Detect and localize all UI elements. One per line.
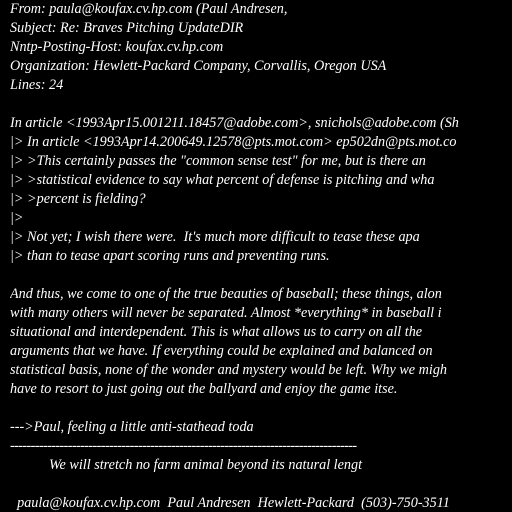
message-document: From: paula@koufax.cv.hp.com (Paul Andre… (10, 0, 512, 512)
quote-line-2: |> >statistical evidence to say what per… (10, 172, 435, 188)
signature-motto: We will stretch no farm animal beyond it… (10, 457, 363, 473)
body-line-1: And thus, we come to one of the true bea… (10, 286, 442, 302)
signature-contact: paula@koufax.cv.hp.com Paul Andresen Hew… (10, 495, 450, 511)
header-subject: Subject: Re: Braves Pitching UpdateDIR (10, 20, 244, 36)
quote-line-1: |> >This certainly passes the "common se… (10, 153, 426, 169)
quote-line-4: |> (10, 210, 24, 226)
header-lines: Lines: 24 (10, 77, 64, 93)
body-line-5: statistical basis, none of the wonder an… (10, 362, 448, 378)
signature-sign-off: --->Paul, feeling a little anti-stathead… (10, 419, 254, 435)
header-nntp-host: Nntp-Posting-Host: koufax.cv.hp.com (10, 39, 224, 55)
quote-line-3: |> >percent is fielding? (10, 191, 146, 207)
quote-attribution-1: In article <1993Apr15.001211.18457@adobe… (10, 115, 459, 131)
header-from: From: paula@koufax.cv.hp.com (Paul Andre… (10, 1, 288, 17)
signature-divider: ----------------------------------------… (10, 438, 357, 454)
body-line-2: with many others will never be separated… (10, 305, 442, 321)
quote-attribution-2: |> In article <1993Apr14.200649.12578@pt… (10, 134, 457, 150)
body-line-6: have to resort to just going out the bal… (10, 381, 398, 397)
body-line-3: situational and interdependent. This is … (10, 324, 423, 340)
quote-line-5: |> Not yet; I wish there were. It's much… (10, 229, 420, 245)
header-organization: Organization: Hewlett-Packard Company, C… (10, 58, 387, 74)
quote-line-6: |> than to tease apart scoring runs and … (10, 248, 330, 264)
body-line-4: arguments that we have. If everything co… (10, 343, 433, 359)
